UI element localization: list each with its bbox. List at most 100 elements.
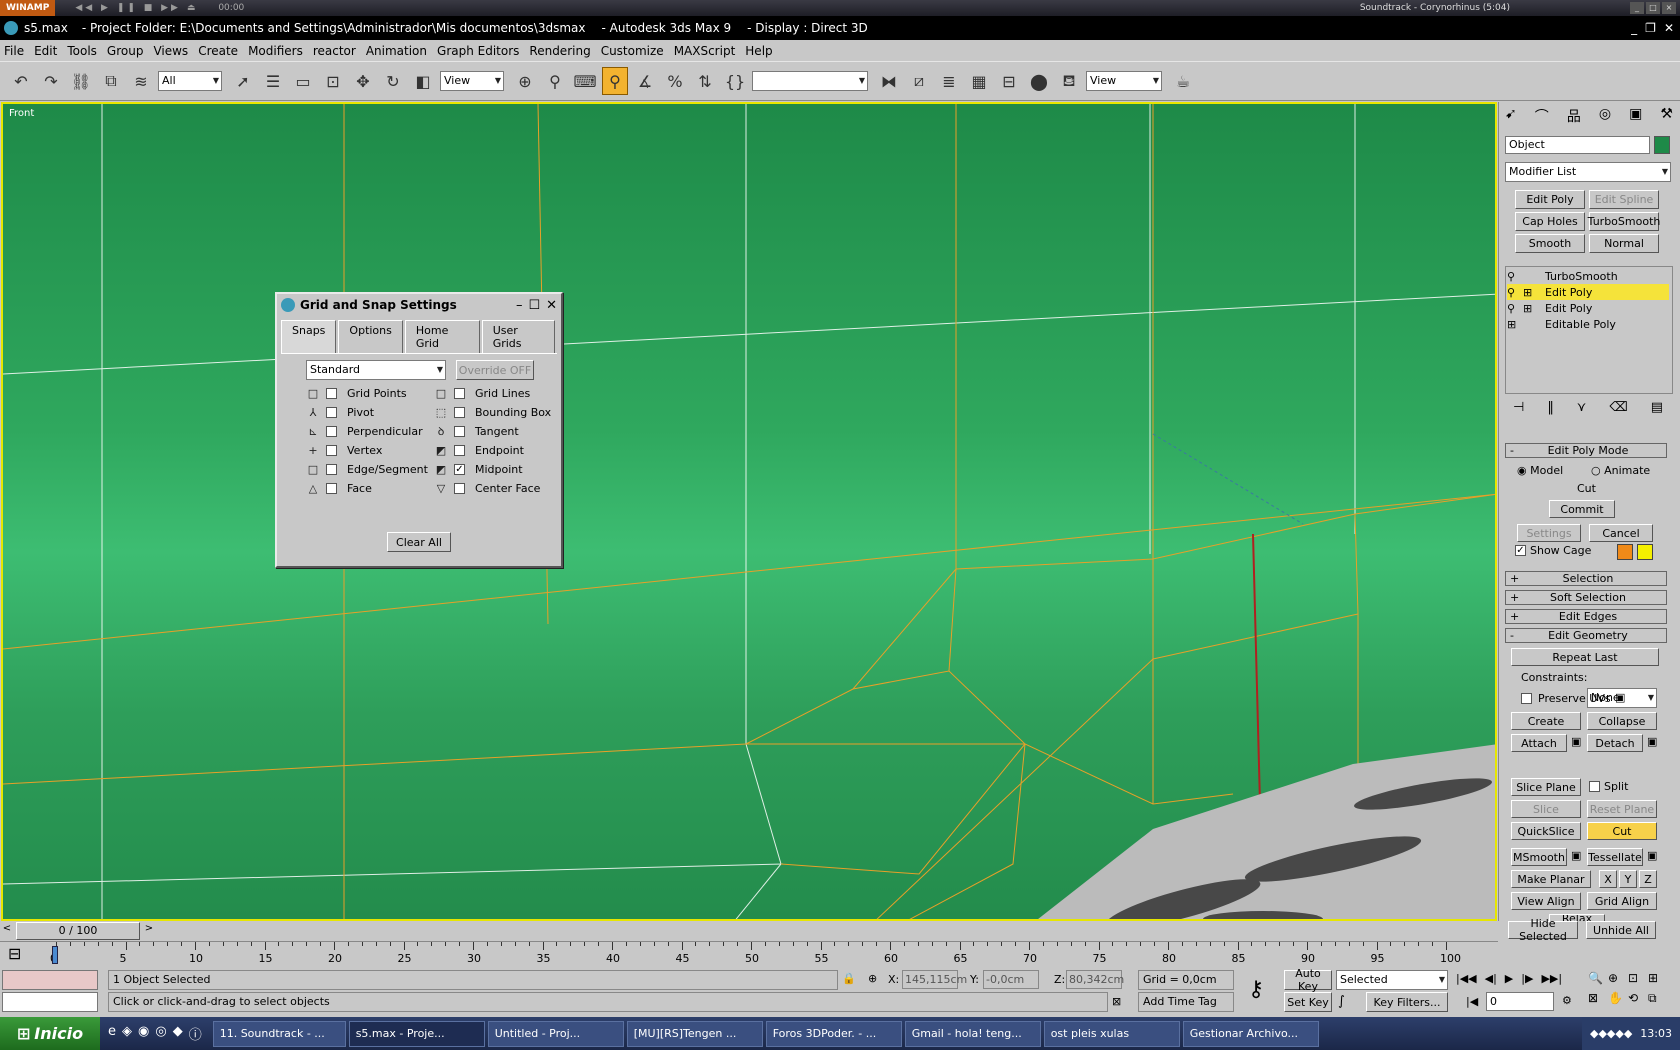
checkbox[interactable] bbox=[326, 445, 337, 456]
time-config-icon[interactable]: ⚙ bbox=[1562, 994, 1572, 1007]
play-icon[interactable]: ▶ bbox=[1505, 972, 1513, 985]
maximize-viewport-icon[interactable]: ⧉ bbox=[1648, 991, 1668, 1006]
mirror-icon[interactable]: ⧓ bbox=[876, 67, 902, 95]
key-filters-button[interactable]: Key Filters... bbox=[1366, 992, 1448, 1012]
clear-all-button[interactable]: Clear All bbox=[387, 532, 451, 552]
override-button[interactable]: Override OFF bbox=[456, 360, 534, 380]
show-cage-checkbox[interactable]: ✓ Show Cage bbox=[1515, 544, 1591, 557]
info-icon[interactable]: ⓘ bbox=[189, 1024, 202, 1043]
checkbox[interactable] bbox=[326, 483, 337, 494]
scale-icon[interactable]: ◧ bbox=[410, 67, 436, 95]
checkbox[interactable] bbox=[326, 464, 337, 475]
smooth-button[interactable]: Smooth bbox=[1515, 234, 1585, 253]
render-scene-icon[interactable]: ⛾ bbox=[1056, 67, 1082, 95]
time-marker[interactable] bbox=[52, 946, 58, 964]
window-crossing-icon[interactable]: ⊡ bbox=[320, 67, 346, 95]
utilities-tab-icon[interactable]: ⚒ bbox=[1660, 106, 1673, 128]
curve-editor-icon[interactable]: ▦ bbox=[966, 67, 992, 95]
snap-center-face[interactable]: ▽ Center Face bbox=[434, 479, 554, 498]
material-editor-icon[interactable]: ⬤ bbox=[1026, 67, 1052, 95]
menu-file[interactable]: File bbox=[4, 44, 24, 58]
attach-button[interactable]: Attach bbox=[1511, 734, 1567, 752]
checkbox-checked[interactable]: ✓ bbox=[454, 464, 465, 475]
close-icon[interactable]: × bbox=[1662, 2, 1676, 14]
viewport-label[interactable]: Front bbox=[9, 108, 34, 119]
rollout-edit-edges[interactable]: + Edit Edges bbox=[1505, 609, 1667, 624]
tray-icons[interactable]: ◆◆◆◆◆ bbox=[1590, 1027, 1632, 1040]
default-tangents-icon[interactable]: ∫ bbox=[1338, 994, 1345, 1009]
spinner-snap-icon[interactable]: ⇅ bbox=[692, 67, 718, 95]
menu-create[interactable]: Create bbox=[198, 44, 238, 58]
menu-graph-editors[interactable]: Graph Editors bbox=[437, 44, 519, 58]
edit-named-selection-icon[interactable]: {} bbox=[722, 67, 748, 95]
snap-endpoint[interactable]: ◩ Endpoint bbox=[434, 441, 554, 460]
checkbox[interactable] bbox=[454, 483, 465, 494]
move-icon[interactable]: ✥ bbox=[350, 67, 376, 95]
stack-item[interactable]: ⚲ ⊞ Edit Poly bbox=[1507, 300, 1669, 316]
layer-manager-icon[interactable]: ≣ bbox=[936, 67, 962, 95]
snap-midpoint[interactable]: ◩ ✓ Midpoint bbox=[434, 460, 554, 479]
winamp-controls[interactable]: ◀◀ ▶ ❚❚ ■ ▶▶ ⏏ bbox=[75, 3, 198, 13]
remove-modifier-icon[interactable]: ⌫ bbox=[1609, 400, 1627, 415]
maxscript-mini-input[interactable] bbox=[2, 992, 98, 1012]
menu-modifiers[interactable]: Modifiers bbox=[248, 44, 303, 58]
go-to-end-icon[interactable]: ▶▶| bbox=[1541, 972, 1562, 985]
tab-user-grids[interactable]: User Grids bbox=[481, 320, 555, 353]
x-coordinate-field[interactable]: 145,115cm bbox=[902, 970, 967, 989]
attach-settings-icon[interactable]: ▣ bbox=[1571, 735, 1581, 748]
rollout-soft-selection[interactable]: + Soft Selection bbox=[1505, 590, 1667, 605]
dialog-title-bar[interactable]: Grid and Snap Settings – ☐ ✕ bbox=[277, 294, 561, 316]
auto-key-button[interactable]: Auto Key bbox=[1284, 967, 1332, 993]
z-coordinate-field[interactable]: 80,342cm bbox=[1066, 970, 1124, 989]
edit-poly-button[interactable]: Edit Poly bbox=[1515, 190, 1585, 209]
unhide-all-button[interactable]: Unhide All bbox=[1586, 921, 1656, 939]
unlink-icon[interactable]: ⧉ bbox=[98, 67, 124, 95]
align-icon[interactable]: ⧄ bbox=[906, 67, 932, 95]
tessellate-button[interactable]: Tessellate bbox=[1587, 848, 1643, 866]
turbosmooth-button[interactable]: TurboSmooth bbox=[1588, 212, 1660, 231]
task-winamp[interactable]: 11. Soundtrack - ... bbox=[212, 1020, 346, 1047]
hide-selected-button[interactable]: Hide Selected bbox=[1508, 917, 1578, 943]
front-viewport[interactable]: Front bbox=[1, 102, 1497, 921]
angle-snap-icon[interactable]: ∡ bbox=[632, 67, 658, 95]
add-time-tag-icon[interactable]: ⊠ bbox=[1112, 995, 1121, 1008]
go-to-start-icon[interactable]: |◀◀ bbox=[1456, 972, 1477, 985]
maximize-icon[interactable]: ☐ bbox=[528, 298, 540, 313]
expand-icon[interactable]: ⊞ bbox=[1523, 302, 1545, 315]
grid-align-button[interactable]: Grid Align bbox=[1587, 892, 1657, 910]
zoom-extents-all-icon[interactable]: ⊞ bbox=[1648, 971, 1668, 985]
max-icon[interactable]: ◎ bbox=[155, 1024, 166, 1043]
display-tab-icon[interactable]: ▣ bbox=[1629, 106, 1642, 128]
minimize-icon[interactable]: – bbox=[516, 298, 523, 313]
checkbox[interactable] bbox=[454, 445, 465, 456]
commit-button[interactable]: Commit bbox=[1549, 500, 1615, 518]
close-icon[interactable]: ✕ bbox=[1664, 21, 1674, 35]
start-button[interactable]: ⊞ Inicio bbox=[0, 1017, 100, 1050]
task-gestionar[interactable]: Gestionar Archivo... bbox=[1182, 1020, 1319, 1047]
render-type-dropdown[interactable]: View bbox=[1086, 71, 1162, 91]
animate-radio[interactable]: ○ Animate bbox=[1591, 464, 1650, 477]
model-radio[interactable]: ◉ Model bbox=[1517, 464, 1563, 477]
selection-filter-dropdown[interactable]: All bbox=[158, 71, 222, 91]
snap-pivot[interactable]: ⅄ Pivot bbox=[306, 403, 434, 422]
y-coordinate-field[interactable]: -0,0cm bbox=[983, 970, 1039, 989]
zoom-region-icon[interactable]: ⊠ bbox=[1588, 991, 1608, 1006]
normal-button[interactable]: Normal bbox=[1589, 234, 1659, 253]
snap-grid-points[interactable]: □ Grid Points bbox=[306, 384, 434, 403]
menu-group[interactable]: Group bbox=[107, 44, 144, 58]
msmooth-settings-icon[interactable]: ▣ bbox=[1571, 849, 1581, 862]
slice-plane-button[interactable]: Slice Plane bbox=[1511, 778, 1581, 796]
motion-tab-icon[interactable]: ◎ bbox=[1599, 106, 1611, 128]
snap-edge-segment[interactable]: □ Edge/Segment bbox=[306, 460, 434, 479]
slice-button[interactable]: Slice bbox=[1511, 800, 1581, 818]
snap-vertex[interactable]: + Vertex bbox=[306, 441, 434, 460]
cut-button[interactable]: Cut bbox=[1587, 822, 1657, 840]
object-name-field[interactable]: Object bbox=[1505, 136, 1650, 154]
reset-plane-button[interactable]: Reset Plane bbox=[1587, 800, 1657, 818]
menu-customize[interactable]: Customize bbox=[601, 44, 664, 58]
create-tab-icon[interactable]: ➹ bbox=[1505, 106, 1517, 128]
snap-bounding-box[interactable]: ⬚ Bounding Box bbox=[434, 403, 554, 422]
winamp-logo[interactable]: WINAMP bbox=[0, 0, 56, 16]
minimize-icon[interactable]: _ bbox=[1631, 21, 1637, 35]
snap-preset-dropdown[interactable]: Standard bbox=[306, 360, 446, 380]
